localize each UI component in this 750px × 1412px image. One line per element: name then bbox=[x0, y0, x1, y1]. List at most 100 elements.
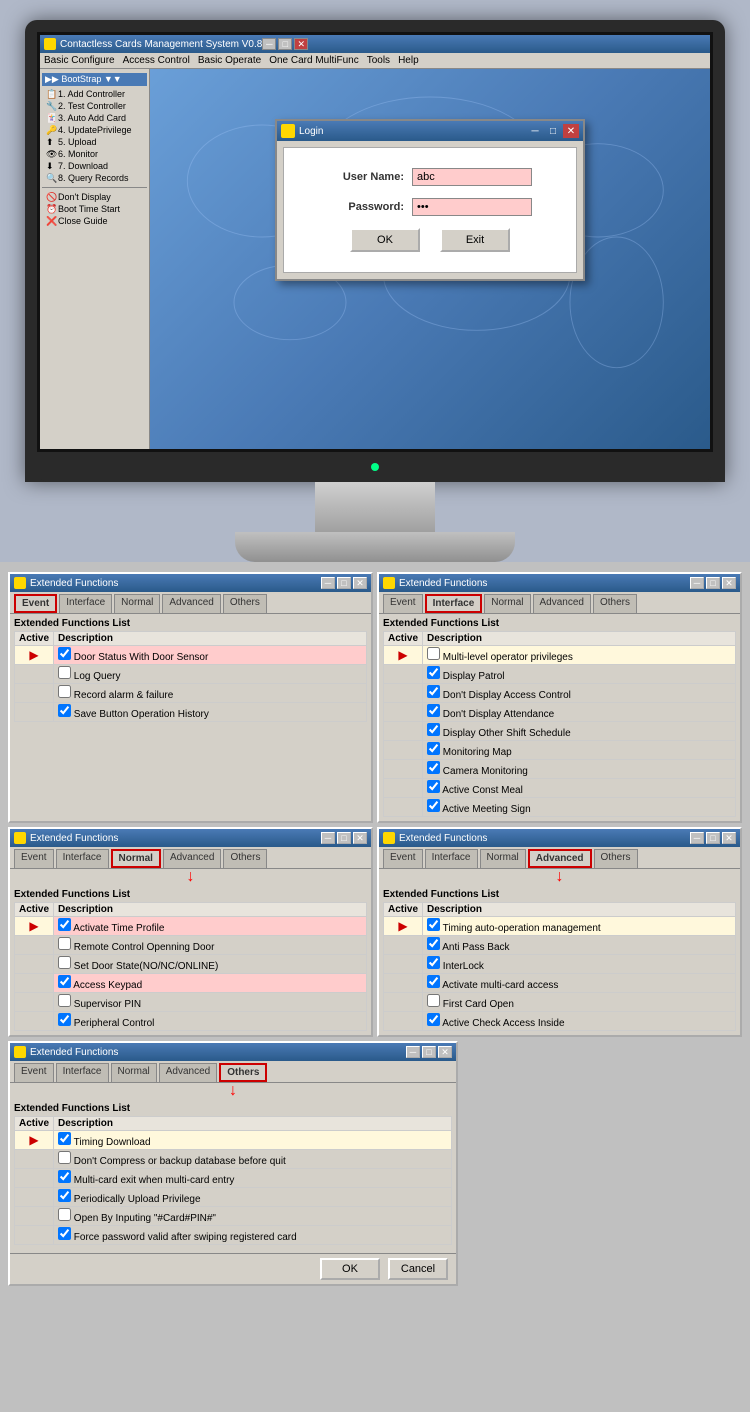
panel2-min-btn[interactable]: ─ bbox=[690, 577, 704, 589]
panel2-tab-advanced[interactable]: Advanced bbox=[533, 594, 591, 613]
sidebar-close-guide[interactable]: ❌Close Guide bbox=[42, 215, 147, 227]
menu-basic-configure[interactable]: Basic Configure bbox=[44, 55, 115, 66]
panel4-tab-event[interactable]: Event bbox=[383, 849, 423, 868]
panel3-tab-normal[interactable]: Normal bbox=[111, 849, 161, 868]
panel4-r4-check[interactable] bbox=[427, 975, 440, 988]
panel4-tab-advanced[interactable]: Advanced bbox=[528, 849, 592, 868]
username-input[interactable] bbox=[412, 168, 532, 186]
panel5-close-btn[interactable]: ✕ bbox=[438, 1046, 452, 1058]
panel5-r3-check[interactable] bbox=[58, 1170, 71, 1183]
panel1-row1-check[interactable] bbox=[58, 647, 71, 660]
menu-help[interactable]: Help bbox=[398, 55, 419, 66]
panel4-tab-others[interactable]: Others bbox=[594, 849, 638, 868]
sidebar-item-4[interactable]: 🔑4. UpdatePrivilege bbox=[42, 124, 147, 136]
panel1-close-btn[interactable]: ✕ bbox=[353, 577, 367, 589]
panel5-tab-interface[interactable]: Interface bbox=[56, 1063, 109, 1082]
panel3-r3-check[interactable] bbox=[58, 956, 71, 969]
sidebar-section-bootstrap[interactable]: ▶▶ BootStrap ▼▼ bbox=[42, 73, 147, 86]
panel3-r4-check[interactable] bbox=[58, 975, 71, 988]
panel2-tab-normal[interactable]: Normal bbox=[484, 594, 530, 613]
panel3-r5-check[interactable] bbox=[58, 994, 71, 1007]
sidebar-item-3[interactable]: 🃏3. Auto Add Card bbox=[42, 112, 147, 124]
panel2-r2-check[interactable] bbox=[427, 666, 440, 679]
menu-basic-operate[interactable]: Basic Operate bbox=[198, 55, 261, 66]
panel5-tab-normal[interactable]: Normal bbox=[111, 1063, 157, 1082]
panel1-tab-normal[interactable]: Normal bbox=[114, 594, 160, 613]
sidebar-item-1[interactable]: 📋1. Add Controller bbox=[42, 88, 147, 100]
panel1-tab-others[interactable]: Others bbox=[223, 594, 267, 613]
panel3-r6-check[interactable] bbox=[58, 1013, 71, 1026]
panel1-row4-check[interactable] bbox=[58, 704, 71, 717]
panel5-max-btn[interactable]: □ bbox=[422, 1046, 436, 1058]
panel2-tab-others[interactable]: Others bbox=[593, 594, 637, 613]
panel5-r2-check[interactable] bbox=[58, 1151, 71, 1164]
login-exit-btn[interactable]: Exit bbox=[440, 228, 510, 252]
panel5-r6-check[interactable] bbox=[58, 1227, 71, 1240]
panel3-r1-check[interactable] bbox=[58, 918, 71, 931]
panel3-close-btn[interactable]: ✕ bbox=[353, 832, 367, 844]
panel4-r6-check[interactable] bbox=[427, 1013, 440, 1026]
sidebar-boot-time[interactable]: ⏰Boot Time Start bbox=[42, 203, 147, 215]
panel2-r3-check[interactable] bbox=[427, 685, 440, 698]
sidebar-item-5[interactable]: ⬆5. Upload bbox=[42, 136, 147, 148]
panel4-r2-check[interactable] bbox=[427, 937, 440, 950]
panel1-row2-check[interactable] bbox=[58, 666, 71, 679]
panel2-tab-interface[interactable]: Interface bbox=[425, 594, 483, 613]
sidebar-item-7[interactable]: ⬇7. Download bbox=[42, 160, 147, 172]
panel1-min-btn[interactable]: ─ bbox=[321, 577, 335, 589]
close-btn[interactable]: ✕ bbox=[294, 38, 308, 50]
panel2-r1-check[interactable] bbox=[427, 647, 440, 660]
panel5-tab-event[interactable]: Event bbox=[14, 1063, 54, 1082]
panel4-r1-check[interactable] bbox=[427, 918, 440, 931]
panel4-tab-interface[interactable]: Interface bbox=[425, 849, 478, 868]
sidebar-item-8[interactable]: 🔍8. Query Records bbox=[42, 172, 147, 184]
panel3-tab-interface[interactable]: Interface bbox=[56, 849, 109, 868]
panel5-r1-check[interactable] bbox=[58, 1132, 71, 1145]
panel1-tab-interface[interactable]: Interface bbox=[59, 594, 112, 613]
panel4-r3-check[interactable] bbox=[427, 956, 440, 969]
panel3-max-btn[interactable]: □ bbox=[337, 832, 351, 844]
panel1-max-btn[interactable]: □ bbox=[337, 577, 351, 589]
panel4-min-btn[interactable]: ─ bbox=[690, 832, 704, 844]
panel5-cancel-btn[interactable]: Cancel bbox=[388, 1258, 448, 1280]
panel4-close-btn[interactable]: ✕ bbox=[722, 832, 736, 844]
panel5-ok-btn[interactable]: OK bbox=[320, 1258, 380, 1280]
login-minimize-btn[interactable]: ─ bbox=[527, 124, 543, 138]
panel3-r2-check[interactable] bbox=[58, 937, 71, 950]
sidebar-dont-display[interactable]: 🚫Don't Display bbox=[42, 191, 147, 203]
panel4-r5-check[interactable] bbox=[427, 994, 440, 1007]
panel3-tab-others[interactable]: Others bbox=[223, 849, 267, 868]
panel4-tab-normal[interactable]: Normal bbox=[480, 849, 526, 868]
panel5-tab-advanced[interactable]: Advanced bbox=[159, 1063, 217, 1082]
menu-one-card[interactable]: One Card MultiFunc bbox=[269, 55, 358, 66]
panel5-min-btn[interactable]: ─ bbox=[406, 1046, 420, 1058]
panel3-tab-event[interactable]: Event bbox=[14, 849, 54, 868]
login-close-btn[interactable]: ✕ bbox=[563, 124, 579, 138]
minimize-btn[interactable]: ─ bbox=[262, 38, 276, 50]
panel1-tab-event[interactable]: Event bbox=[14, 594, 57, 613]
panel1-row3-check[interactable] bbox=[58, 685, 71, 698]
panel2-r4-check[interactable] bbox=[427, 704, 440, 717]
panel3-min-btn[interactable]: ─ bbox=[321, 832, 335, 844]
panel2-r7-check[interactable] bbox=[427, 761, 440, 774]
panel2-r8-check[interactable] bbox=[427, 780, 440, 793]
panel1-tab-advanced[interactable]: Advanced bbox=[162, 594, 220, 613]
login-maximize-btn[interactable]: □ bbox=[545, 124, 561, 138]
panel5-tab-others[interactable]: Others bbox=[219, 1063, 267, 1082]
panel2-r9-check[interactable] bbox=[427, 799, 440, 812]
panel5-r5-check[interactable] bbox=[58, 1208, 71, 1221]
password-input[interactable] bbox=[412, 198, 532, 216]
panel4-max-btn[interactable]: □ bbox=[706, 832, 720, 844]
panel2-r6-check[interactable] bbox=[427, 742, 440, 755]
panel3-tab-advanced[interactable]: Advanced bbox=[163, 849, 221, 868]
login-ok-btn[interactable]: OK bbox=[350, 228, 420, 252]
panel2-tab-event[interactable]: Event bbox=[383, 594, 423, 613]
sidebar-item-2[interactable]: 🔧2. Test Controller bbox=[42, 100, 147, 112]
panel2-max-btn[interactable]: □ bbox=[706, 577, 720, 589]
panel2-r5-check[interactable] bbox=[427, 723, 440, 736]
menu-tools[interactable]: Tools bbox=[367, 55, 390, 66]
panel5-r4-check[interactable] bbox=[58, 1189, 71, 1202]
sidebar-item-6[interactable]: 👁6. Monitor bbox=[42, 148, 147, 160]
maximize-btn[interactable]: □ bbox=[278, 38, 292, 50]
menu-access-control[interactable]: Access Control bbox=[123, 55, 190, 66]
